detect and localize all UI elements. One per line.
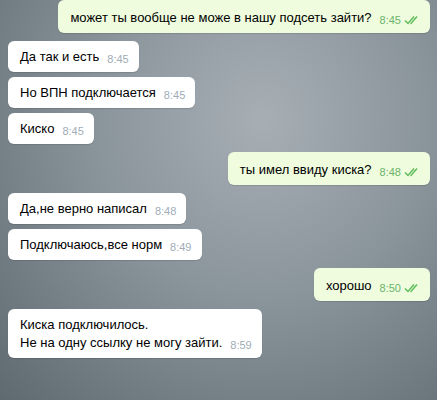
message-row: ты имел ввиду киска? 8:48 [8,152,430,185]
message-text: Киска подключилось. Не на одну ссылку не… [20,316,222,352]
message-bubble[interactable]: хорошо 8:50 [314,268,430,301]
message-time: 8:49 [170,240,191,254]
message-row: хорошо 8:50 [8,268,430,301]
message-time: 8:45 [107,52,128,66]
message-time: 8:48 [155,204,176,218]
message-text: Киско [20,120,54,138]
message-bubble[interactable]: Киско 8:45 [8,113,94,144]
message-bubble[interactable]: Подключаюсь,все норм 8:49 [8,229,202,260]
message-text: ты имел ввиду киска? [240,161,372,179]
chat-screen: может ты вообще не може в нашу подсеть з… [0,0,437,400]
message-time: 8:50 [380,281,420,295]
message-time: 8:48 [380,165,420,179]
message-text: Но ВПН подключается [20,84,156,102]
message-row: Подключаюсь,все норм 8:49 [8,229,430,260]
read-checks-icon [404,167,420,177]
message-time: 8:45 [380,13,420,27]
message-bubble[interactable]: может ты вообще не може в нашу подсеть з… [58,0,430,33]
message-bubble[interactable]: Киска подключилось. Не на одну ссылку не… [8,309,262,358]
message-time: 8:45 [62,124,83,138]
message-text: может ты вообще не може в нашу подсеть з… [70,9,371,27]
message-bubble[interactable]: Да,не верно написал 8:48 [8,193,186,224]
message-text: Да,не верно написал [20,200,147,218]
message-bubble[interactable]: ты имел ввиду киска? 8:48 [228,152,430,185]
message-row: Но ВПН подключается 8:45 [8,77,430,108]
message-row: может ты вообще не може в нашу подсеть з… [8,0,430,33]
message-list: может ты вообще не може в нашу подсеть з… [0,0,437,358]
read-checks-icon [404,15,420,25]
message-bubble[interactable]: Да так и есть 8:45 [8,41,139,72]
message-text: Да так и есть [20,48,99,66]
read-checks-icon [404,283,420,293]
message-time: 8:59 [230,338,251,352]
message-time: 8:45 [164,88,185,102]
message-text: хорошо [326,277,372,295]
message-bubble[interactable]: Но ВПН подключается 8:45 [8,77,195,108]
message-row: Да,не верно написал 8:48 [8,193,430,224]
message-row: Киска подключилось. Не на одну ссылку не… [8,309,430,358]
message-text: Подключаюсь,все норм [20,236,162,254]
message-row: Киско 8:45 [8,113,430,144]
message-row: Да так и есть 8:45 [8,41,430,72]
